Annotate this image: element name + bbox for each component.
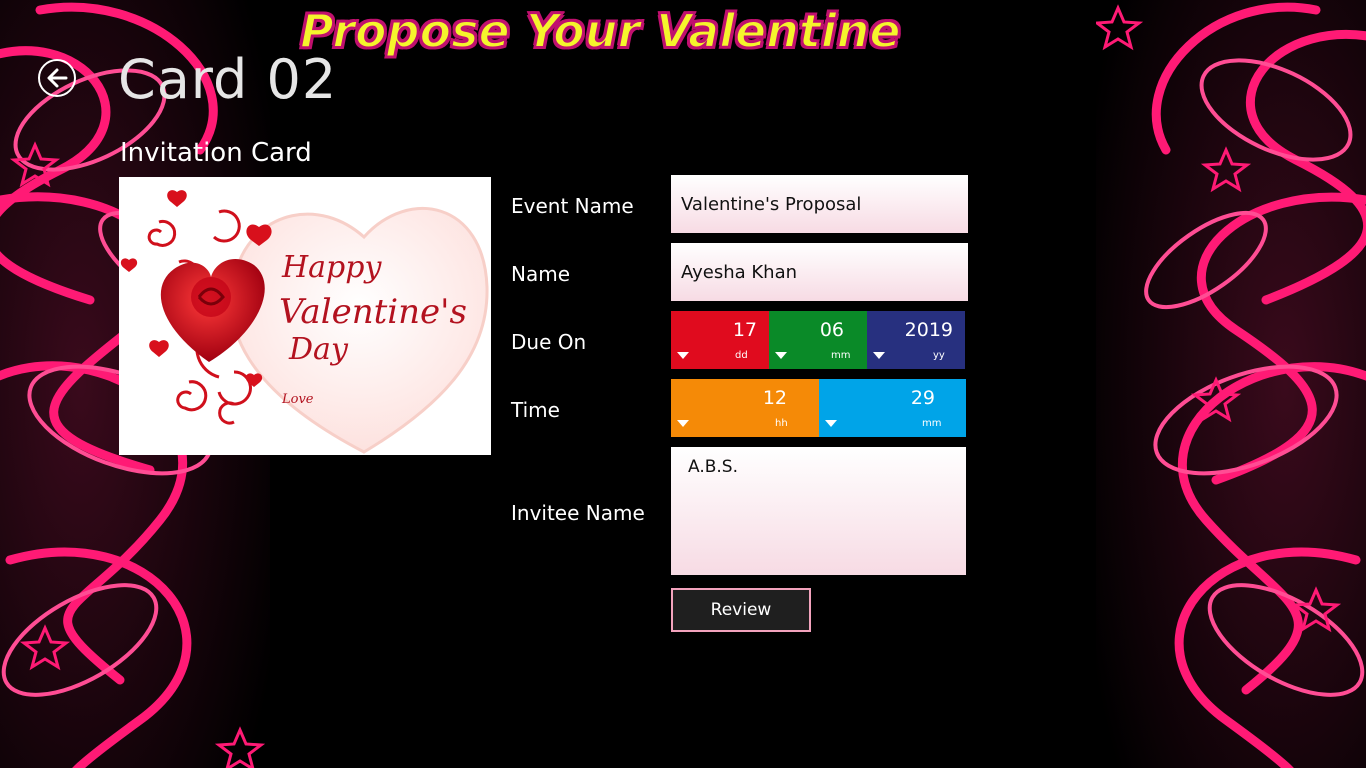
invitee-name-textarea[interactable]: A.B.S. — [671, 447, 966, 575]
invitee-name-label: Invitee Name — [511, 501, 645, 525]
arrow-left-icon — [47, 68, 68, 88]
year-unit: yy — [933, 350, 945, 361]
review-button[interactable]: Review — [671, 588, 811, 632]
event-name-label: Event Name — [511, 194, 634, 218]
hour-dropdown-icon — [677, 420, 689, 427]
card-signature: Love — [281, 392, 314, 407]
back-button[interactable] — [38, 59, 76, 97]
minute-unit: mm — [922, 418, 942, 429]
minute-picker[interactable]: 29 mm — [819, 379, 966, 437]
section-title: Invitation Card — [120, 138, 312, 168]
card-line-happy: Happy — [281, 250, 382, 285]
day-dropdown-icon — [677, 352, 689, 359]
app-banner-title: Propose Your Valentine — [299, 3, 902, 59]
hour-value: 12 — [762, 387, 787, 409]
year-value: 2019 — [904, 319, 953, 341]
year-picker[interactable]: 2019 yy — [867, 311, 965, 369]
day-picker[interactable]: 17 dd — [671, 311, 769, 369]
month-picker[interactable]: 06 mm — [769, 311, 867, 369]
hour-picker[interactable]: 12 hh — [671, 379, 819, 437]
page-title: Card 02 — [118, 48, 338, 111]
day-value: 17 — [732, 319, 757, 341]
month-value: 06 — [819, 319, 844, 341]
day-unit: dd — [735, 350, 748, 361]
card-line-day: Day — [288, 332, 349, 367]
name-label: Name — [511, 262, 571, 286]
minute-dropdown-icon — [825, 420, 837, 427]
minute-value: 29 — [910, 387, 935, 409]
name-input[interactable]: Ayesha Khan — [671, 243, 968, 301]
month-dropdown-icon — [775, 352, 787, 359]
year-dropdown-icon — [873, 352, 885, 359]
card-line-valentines: Valentine's — [279, 292, 467, 332]
right-swirl-decoration — [1096, 0, 1366, 768]
valentine-card-image: Happy Valentine's Day Love — [119, 177, 491, 455]
hour-unit: hh — [775, 418, 788, 429]
time-label: Time — [511, 398, 560, 422]
due-on-label: Due On — [511, 330, 587, 354]
month-unit: mm — [831, 350, 851, 361]
event-name-input[interactable]: Valentine's Proposal — [671, 175, 968, 233]
